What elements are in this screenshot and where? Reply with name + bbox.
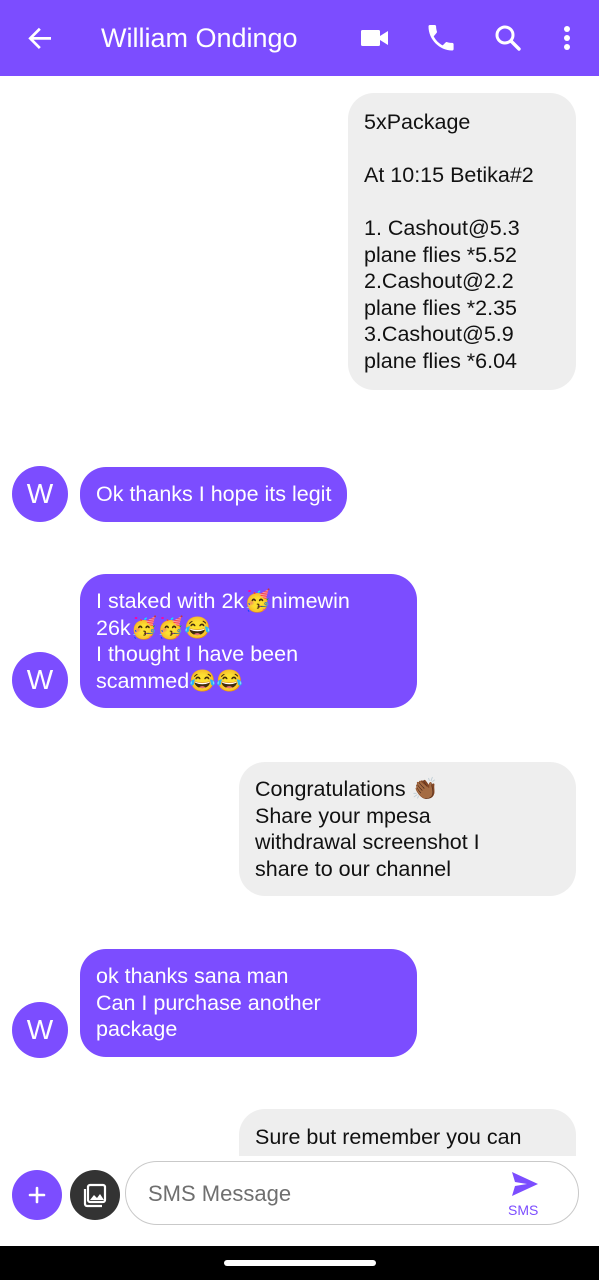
message-thread[interactable]: 5xPackage At 10:15 Betika#2 1. Cashout@5…: [0, 76, 599, 1156]
plus-icon: [28, 1186, 46, 1204]
incoming-message[interactable]: Ok thanks I hope its legit: [80, 467, 348, 522]
send-icon[interactable]: [510, 1170, 540, 1198]
message-composer: SMS: [0, 1156, 599, 1246]
search-icon[interactable]: [492, 22, 524, 54]
avatar[interactable]: W: [12, 466, 68, 522]
contact-name[interactable]: William Ondingo: [101, 20, 298, 56]
gallery-icon: [83, 1183, 107, 1208]
incoming-message[interactable]: I staked with 2k🥳nimewin 26k🥳🥳😂 I though…: [80, 574, 417, 708]
avatar[interactable]: W: [12, 1002, 68, 1058]
attach-button[interactable]: [12, 1170, 62, 1220]
home-gesture-handle[interactable]: [224, 1260, 376, 1266]
app-bar: William Ondingo: [0, 0, 599, 76]
video-call-icon[interactable]: [359, 22, 391, 54]
back-arrow-icon[interactable]: [24, 22, 56, 54]
sms-message-field[interactable]: SMS: [125, 1161, 579, 1225]
outgoing-message[interactable]: Sure but remember you can: [239, 1109, 576, 1156]
sms-message-input[interactable]: [146, 1176, 480, 1212]
outgoing-message[interactable]: Congratulations 👏🏾 Share your mpesa with…: [239, 762, 576, 896]
incoming-message[interactable]: ok thanks sana man Can I purchase anothe…: [80, 949, 417, 1057]
phone-icon[interactable]: [425, 22, 457, 54]
outgoing-message[interactable]: 5xPackage At 10:15 Betika#2 1. Cashout@5…: [348, 93, 576, 390]
avatar[interactable]: W: [12, 652, 68, 708]
gallery-button[interactable]: [70, 1170, 120, 1220]
system-nav-bar: [0, 1246, 599, 1280]
more-options-icon[interactable]: [551, 22, 583, 54]
send-label[interactable]: SMS: [508, 1202, 538, 1218]
